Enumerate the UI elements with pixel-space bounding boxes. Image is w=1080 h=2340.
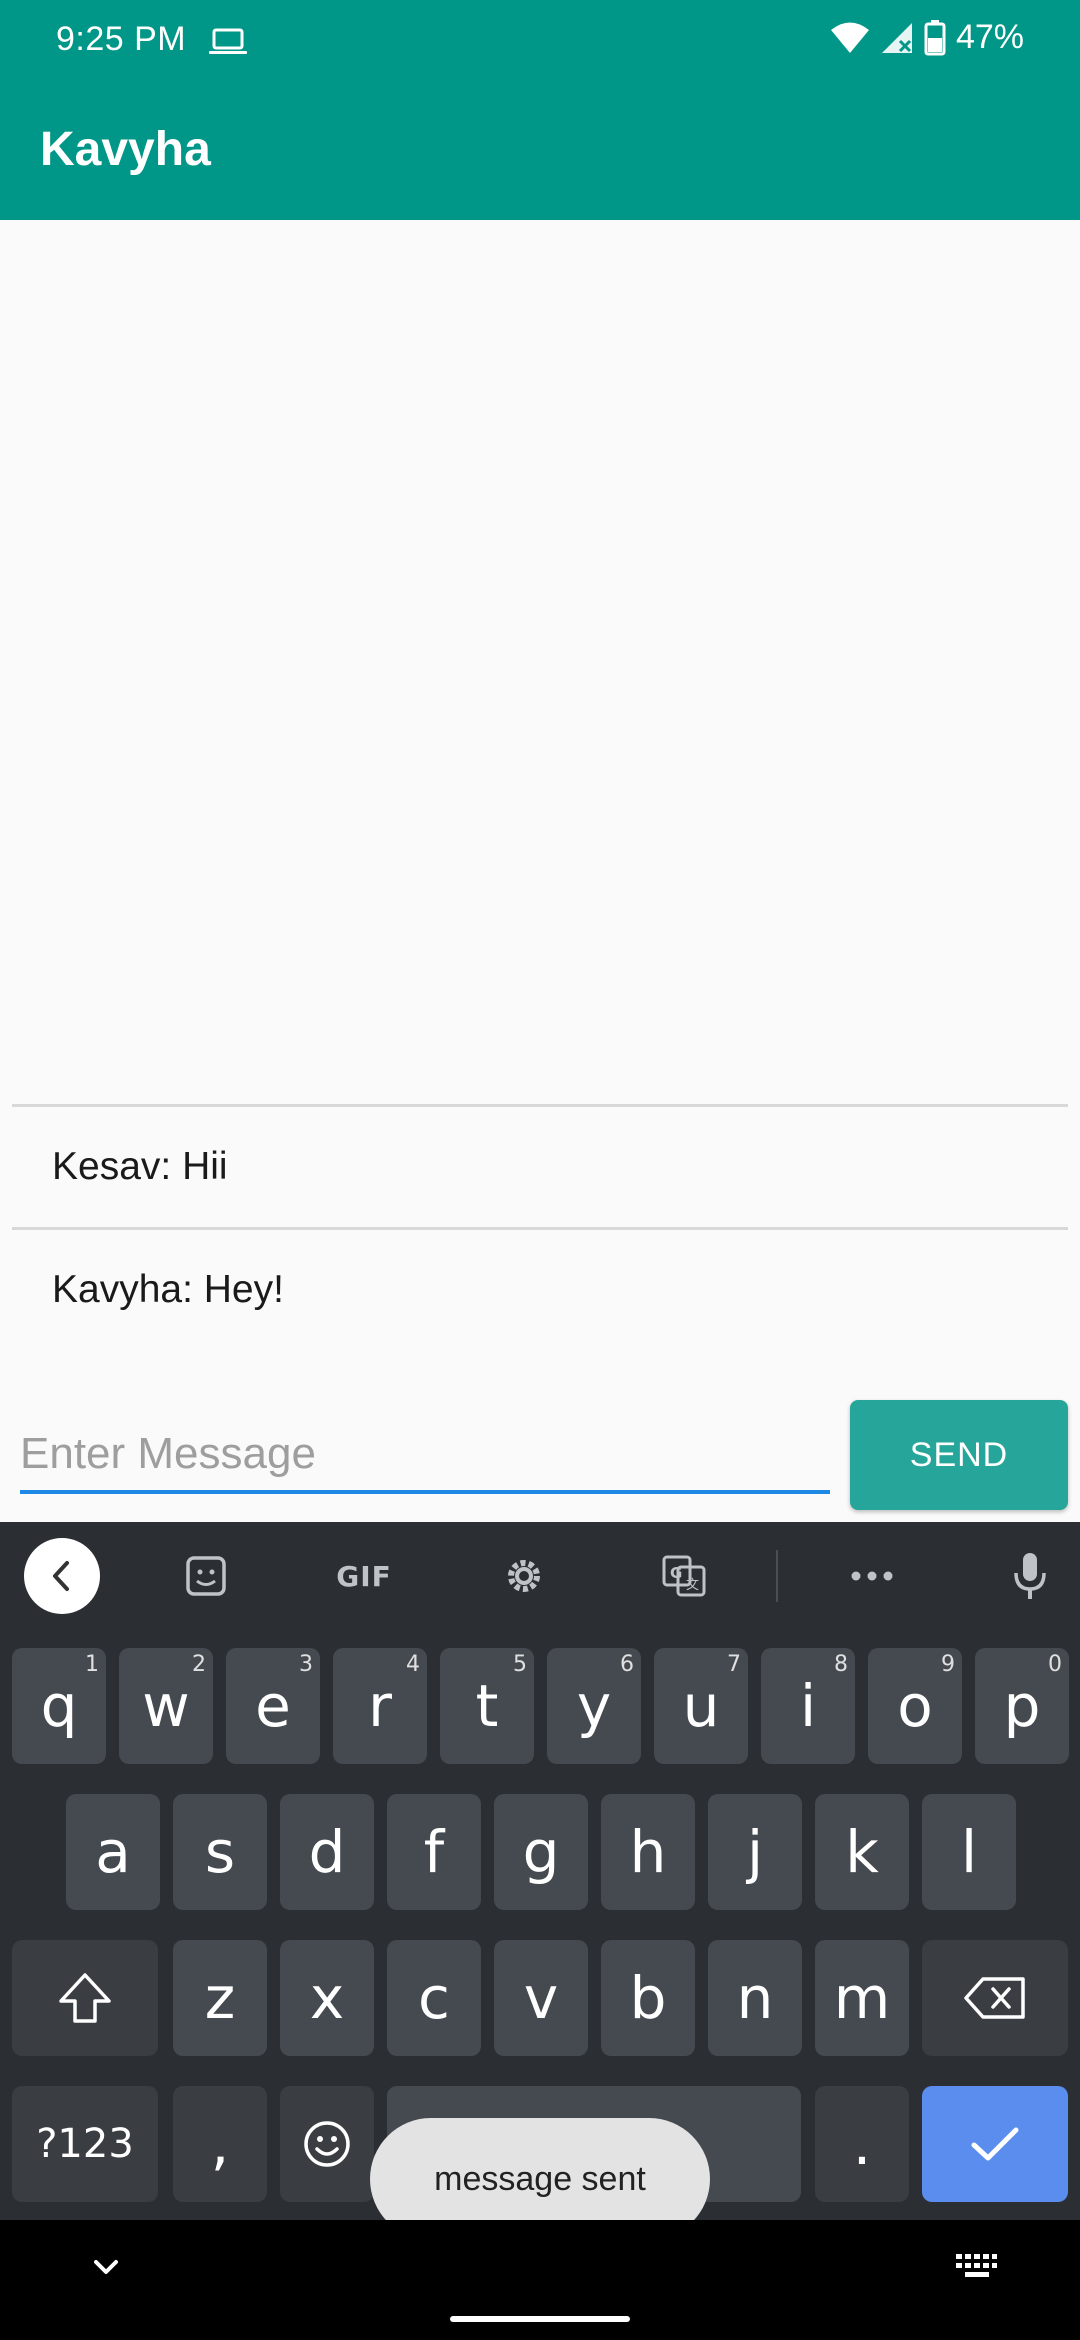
settings-button[interactable] xyxy=(486,1542,562,1610)
key-c[interactable]: c xyxy=(387,1940,481,2056)
status-icons: 47% xyxy=(830,18,1024,57)
backspace-key[interactable] xyxy=(922,1940,1068,2056)
message-text: Kavyha: Hey! xyxy=(52,1268,284,1311)
sticker-icon xyxy=(186,1556,226,1596)
more-icon xyxy=(851,1571,893,1581)
chevron-left-icon xyxy=(53,1561,69,1591)
home-gesture-bar[interactable] xyxy=(450,2316,630,2322)
message-text: Kesav: Hii xyxy=(52,1145,228,1188)
shift-icon xyxy=(59,1973,111,2023)
message-list[interactable]: Kesav: Hii Kavyha: Hey! xyxy=(0,1104,1080,1350)
svg-text:G: G xyxy=(670,1564,682,1582)
message-input-container xyxy=(20,1418,830,1494)
key-o[interactable]: o9 xyxy=(868,1648,962,1764)
key-p[interactable]: p0 xyxy=(975,1648,1069,1764)
key-n[interactable]: n xyxy=(708,1940,802,2056)
key-l[interactable]: l xyxy=(922,1794,1016,1910)
gif-label: GIF xyxy=(336,1559,392,1593)
key-s[interactable]: s xyxy=(173,1794,267,1910)
send-button[interactable]: SEND xyxy=(850,1400,1068,1510)
key-u[interactable]: u7 xyxy=(654,1648,748,1764)
key-g[interactable]: g xyxy=(494,1794,588,1910)
period-key[interactable]: . xyxy=(815,2086,909,2202)
key-r[interactable]: r4 xyxy=(333,1648,427,1764)
wifi-icon xyxy=(830,22,869,53)
battery-percent: 47% xyxy=(955,18,1024,56)
keyboard-toolbar: GIF G 文 xyxy=(0,1522,1080,1630)
enter-key[interactable] xyxy=(922,2086,1068,2202)
key-e[interactable]: e3 xyxy=(226,1648,320,1764)
more-button[interactable] xyxy=(834,1542,910,1610)
laptop-icon xyxy=(209,28,247,54)
key-v[interactable]: v xyxy=(494,1940,588,2056)
battery-icon xyxy=(924,19,946,55)
keyboard-hide-icon[interactable] xyxy=(86,2248,126,2288)
translate-button[interactable]: G 文 xyxy=(646,1542,722,1610)
key-t[interactable]: t5 xyxy=(440,1648,534,1764)
key-i[interactable]: i8 xyxy=(761,1648,855,1764)
status-time: 9:25 PM xyxy=(56,20,187,58)
keyboard-switch-icon[interactable] xyxy=(954,2250,998,2286)
emoji-key[interactable] xyxy=(280,2086,374,2202)
comma-key[interactable]: , xyxy=(173,2086,267,2202)
translate-icon: G 文 xyxy=(662,1555,706,1597)
symbols-key[interactable]: ?123 xyxy=(12,2086,158,2202)
key-w[interactable]: w2 xyxy=(119,1648,213,1764)
key-k[interactable]: k xyxy=(815,1794,909,1910)
key-a[interactable]: a xyxy=(66,1794,160,1910)
key-q[interactable]: q1 xyxy=(12,1648,106,1764)
mic-icon xyxy=(1014,1553,1046,1599)
shift-key[interactable] xyxy=(12,1940,158,2056)
key-f[interactable]: f xyxy=(387,1794,481,1910)
message-item[interactable]: Kavyha: Hey! xyxy=(0,1230,1080,1350)
cell-signal-icon xyxy=(881,22,912,53)
keyboard-back-button[interactable] xyxy=(24,1538,100,1614)
sticker-button[interactable] xyxy=(168,1542,244,1610)
input-underline xyxy=(20,1490,830,1494)
key-b[interactable]: b xyxy=(601,1940,695,2056)
message-input[interactable] xyxy=(20,1418,830,1490)
keyboard: GIF G 文 q 1 w 2 e 3 r 4 t 5 y 6 u 7 i 8 … xyxy=(0,1522,1080,2220)
status-bar: 9:25 PM 47% xyxy=(0,0,1080,84)
svg-text:文: 文 xyxy=(686,1578,699,1593)
checkmark-icon xyxy=(971,2127,1019,2161)
gif-button[interactable]: GIF xyxy=(326,1542,402,1610)
key-h[interactable]: h xyxy=(601,1794,695,1910)
chat-title: Kavyha xyxy=(40,123,211,176)
key-y[interactable]: y6 xyxy=(547,1648,641,1764)
key-z[interactable]: z xyxy=(173,1940,267,2056)
voice-input-button[interactable] xyxy=(992,1542,1068,1610)
gear-icon xyxy=(508,1560,540,1592)
backspace-icon xyxy=(964,1977,1025,2019)
key-d[interactable]: d xyxy=(280,1794,374,1910)
key-x[interactable]: x xyxy=(280,1940,374,2056)
key-m[interactable]: m xyxy=(815,1940,909,2056)
navigation-bar xyxy=(0,2220,1080,2340)
message-item[interactable]: Kesav: Hii xyxy=(0,1107,1080,1227)
toolbar-divider xyxy=(776,1550,778,1602)
app-bar: Kavyha xyxy=(0,84,1080,220)
key-j[interactable]: j xyxy=(708,1794,802,1910)
emoji-icon xyxy=(304,2121,350,2167)
